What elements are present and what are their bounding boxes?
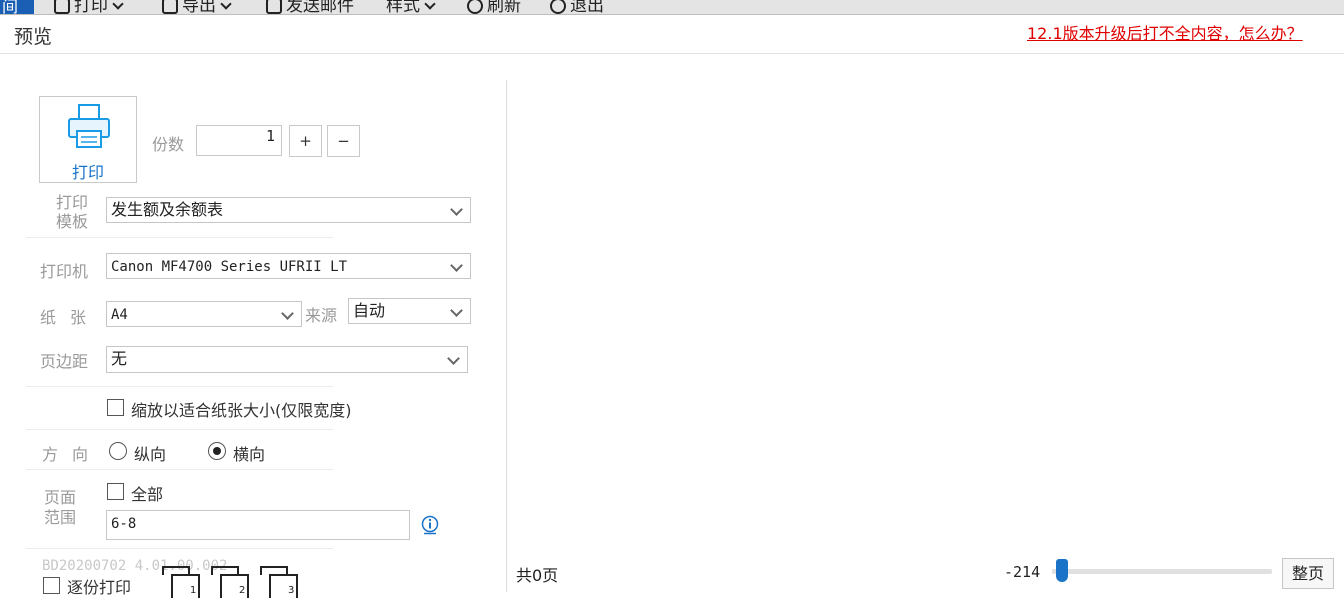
- page-range-label: 页面 范围: [44, 488, 80, 528]
- paper-label: 纸张: [40, 308, 101, 327]
- collate-checkbox[interactable]: [43, 577, 60, 594]
- toolbar-exit-button[interactable]: 退出: [550, 0, 604, 14]
- chevron-down-icon: [112, 0, 124, 10]
- divider: [26, 386, 333, 387]
- stack-icon-number: 3: [288, 585, 294, 596]
- all-pages-checkbox[interactable]: [107, 483, 124, 500]
- printer-icon: [68, 104, 110, 148]
- template-label-line2: 模板: [56, 212, 89, 231]
- info-icon[interactable]: [421, 515, 439, 535]
- portrait-radio[interactable]: [109, 442, 127, 460]
- stack-icon-number: 1: [190, 585, 196, 596]
- portrait-label[interactable]: 纵向: [134, 441, 166, 465]
- collate-stack-icon: 1: [162, 566, 200, 598]
- help-link[interactable]: 12.1版本升级后打不全内容，怎么办？: [1027, 20, 1303, 44]
- orientation-label: 方向: [42, 445, 103, 464]
- source-label: 来源: [305, 306, 338, 325]
- template-select-value: 发生额及余额表: [111, 200, 224, 219]
- export-icon: [162, 0, 178, 14]
- chevron-down-icon: [450, 304, 463, 317]
- chevron-down-icon: [220, 0, 232, 10]
- printer-icon: [54, 0, 70, 14]
- chevron-down-icon: [450, 203, 463, 216]
- template-select[interactable]: 发生额及余额表: [106, 197, 471, 223]
- decrease-copies-button[interactable]: −: [327, 125, 360, 157]
- chevron-down-icon: [447, 352, 460, 365]
- chevron-down-icon: [281, 307, 294, 320]
- all-pages-label[interactable]: 全部: [131, 481, 163, 505]
- margin-select-value: 无: [111, 349, 128, 368]
- fit-page-button[interactable]: 整页: [1282, 558, 1334, 589]
- chevron-down-icon: [450, 259, 463, 272]
- toolbar-mail-button[interactable]: 发送邮件: [266, 0, 354, 14]
- printer-label: 打印机: [40, 262, 89, 281]
- refresh-icon: [467, 0, 483, 14]
- stack-icon-number: 2: [239, 585, 245, 596]
- toolbar-left-tab[interactable]: 间: [0, 0, 34, 14]
- template-label: 打印 模板: [56, 193, 92, 231]
- increase-copies-button[interactable]: +: [289, 125, 322, 157]
- close-circle-icon: [550, 0, 566, 14]
- toolbar-refresh-button[interactable]: 刷新: [467, 0, 521, 14]
- page-range-label-line1: 页面: [44, 488, 77, 507]
- divider: [26, 548, 333, 549]
- toolbar-style-button[interactable]: 样式: [386, 0, 436, 14]
- printer-select[interactable]: Canon MF4700 Series UFRII LT: [106, 253, 471, 279]
- printer-select-value: Canon MF4700 Series UFRII LT: [111, 259, 348, 275]
- margin-select[interactable]: 无: [106, 346, 468, 373]
- zoom-slider-thumb[interactable]: [1056, 559, 1069, 582]
- copies-label: 份数: [152, 135, 185, 154]
- template-label-line1: 打印: [56, 193, 89, 212]
- divider: [26, 469, 333, 470]
- page-count: 共0页: [516, 566, 559, 585]
- landscape-radio[interactable]: [208, 442, 226, 460]
- collate-stack-icon: 3: [260, 566, 298, 598]
- source-select[interactable]: 自动: [348, 298, 471, 324]
- divider: [26, 237, 333, 238]
- source-select-value: 自动: [353, 301, 386, 320]
- copies-input[interactable]: 1: [196, 125, 282, 156]
- margin-label: 页边距: [40, 352, 89, 371]
- landscape-label[interactable]: 横向: [233, 441, 265, 465]
- divider: [26, 429, 333, 430]
- collate-stack-icon: 2: [211, 566, 249, 598]
- panel-divider: [506, 80, 507, 592]
- toolbar-export-button[interactable]: 导出: [162, 0, 232, 14]
- paper-select[interactable]: A4: [106, 301, 302, 327]
- chevron-down-icon: [424, 0, 436, 10]
- print-button-label: 打印: [71, 163, 104, 182]
- page-range-label-line2: 范围: [44, 508, 77, 527]
- top-toolbar: 间 打印 导出 发送邮件 样式 刷新 退出: [0, 0, 1344, 15]
- toolbar-print-button[interactable]: 打印: [54, 0, 124, 14]
- print-button[interactable]: 打印: [39, 96, 137, 183]
- paper-select-value: A4: [111, 307, 128, 323]
- collate-label[interactable]: 逐份打印: [67, 574, 131, 598]
- fit-to-paper-checkbox[interactable]: [107, 399, 124, 416]
- zoom-value: -214: [1004, 563, 1041, 581]
- fit-to-paper-label[interactable]: 缩放以适合纸张大小(仅限宽度): [131, 397, 352, 421]
- mail-icon: [266, 0, 282, 14]
- page-range-input[interactable]: 6-8: [106, 510, 410, 540]
- zoom-slider-track[interactable]: [1052, 569, 1272, 574]
- page-title: 预览: [14, 26, 53, 48]
